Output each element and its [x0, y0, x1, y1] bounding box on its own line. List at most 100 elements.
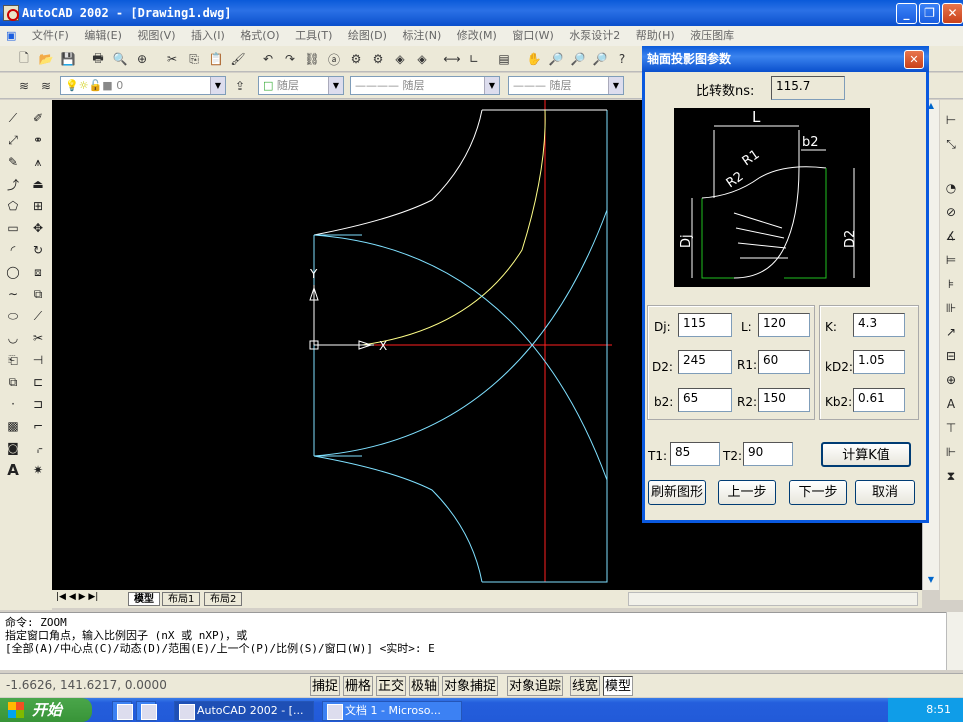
otrack-toggle[interactable]: 对象追踪 — [507, 676, 564, 696]
task-autocad[interactable]: AutoCAD 2002 - [... — [174, 701, 314, 721]
angle-icon[interactable]: ∟ — [464, 49, 484, 69]
pan-icon[interactable]: ✋ — [524, 49, 544, 69]
previous-step-button[interactable]: 上一步 — [718, 480, 776, 505]
r1-input[interactable]: 60 — [758, 350, 810, 374]
layer-state-icon[interactable]: ≋ — [36, 76, 56, 96]
hyperlink-icon[interactable]: ⛓ — [302, 49, 322, 69]
tab-layout1[interactable]: 布局1 — [162, 592, 201, 606]
make-current-layer-icon[interactable]: ⇪ — [230, 76, 250, 96]
redo-icon[interactable]: ↷ — [280, 49, 300, 69]
kb2-input[interactable]: 0.61 — [853, 388, 905, 412]
minimize-button[interactable]: _ — [896, 3, 917, 24]
scroll-down-icon[interactable]: ▼ — [924, 575, 938, 589]
break-icon[interactable]: ⊏ — [28, 372, 48, 392]
aligned-dim-icon[interactable]: ⤡ — [941, 134, 961, 154]
command-window[interactable]: 命令: ZOOM 指定窗口角点，输入比例因子 (nX 或 nXP)，或 [全部(… — [0, 612, 946, 670]
lineweight-toggle[interactable]: 线宽 — [570, 676, 601, 696]
menu-item-hydraulic-library[interactable]: 液压图库 — [684, 26, 740, 46]
offset-icon[interactable]: ⏏ — [28, 174, 48, 194]
model-toggle[interactable]: 模型 — [603, 676, 634, 696]
angular-dim-icon[interactable]: ∡ — [941, 226, 961, 246]
cancel-button[interactable]: 取消 — [855, 480, 915, 505]
array-icon[interactable]: ⊞ — [28, 196, 48, 216]
menu-doc-icon[interactable]: ▣ — [0, 26, 22, 46]
arc-icon[interactable]: ◜ — [3, 240, 23, 260]
rotate-icon[interactable]: ↻ — [28, 240, 48, 260]
point-icon[interactable]: · — [3, 394, 23, 414]
tab-layout2[interactable]: 布局2 — [204, 592, 243, 606]
t2-input[interactable]: 90 — [743, 442, 793, 466]
linear-dim-icon[interactable]: ⊢ — [941, 110, 961, 130]
radius-dim-icon[interactable]: ◔ — [941, 178, 961, 198]
move-icon[interactable]: ✥ — [28, 218, 48, 238]
save-icon[interactable]: 💾 — [58, 49, 78, 69]
erase-icon[interactable]: ✐ — [28, 108, 48, 128]
construction-line-icon[interactable]: ⤢ — [3, 130, 23, 150]
calculate-k-button[interactable]: 计算K值 — [821, 442, 911, 467]
dim-style-icon[interactable]: ⧗ — [941, 466, 961, 486]
chevron-down-icon[interactable]: ▼ — [484, 77, 499, 94]
canvas-horizontal-scrollbar[interactable] — [628, 592, 918, 606]
ortho-toggle[interactable]: 正交 — [376, 676, 407, 696]
color-combo[interactable]: □ 随层 ▼ — [258, 76, 344, 95]
publish-icon[interactable]: ⊕ — [132, 49, 152, 69]
line-tool-icon[interactable]: ⟋ — [3, 108, 23, 128]
dim-edit-icon[interactable]: A — [941, 394, 961, 414]
rectangle-icon[interactable]: ▭ — [3, 218, 23, 238]
tab-nav-arrows-icon[interactable]: |◀ ◀ ▶ ▶| — [56, 592, 98, 602]
menu-item-format[interactable]: 格式(O) — [234, 26, 285, 46]
lineweight-combo[interactable]: ——— 随层 ▼ — [508, 76, 624, 95]
circle-icon[interactable]: ◯ — [3, 262, 23, 282]
help-icon[interactable]: ? — [612, 49, 632, 69]
ellipse-icon[interactable]: ⬭ — [3, 306, 23, 326]
lengthen-icon[interactable]: ⟋ — [28, 306, 48, 326]
osnap-toggle[interactable]: 对象捕捉 — [442, 676, 499, 696]
quicklaunch-ie-icon[interactable] — [136, 701, 157, 721]
menu-item-draw[interactable]: 绘图(D) — [342, 26, 393, 46]
chevron-down-icon[interactable]: ▼ — [210, 77, 225, 94]
print-icon[interactable]: 🖶 — [88, 49, 108, 69]
zoom-window-icon[interactable]: 🔎 — [568, 49, 588, 69]
diameter-dim-icon[interactable]: ⊘ — [941, 202, 961, 222]
new-file-icon[interactable]: 🗋 — [14, 49, 34, 69]
next-step-button[interactable]: 下一步 — [789, 480, 847, 505]
zoom-previous-icon[interactable]: 🔎 — [590, 49, 610, 69]
ucs-icon[interactable]: ⚙ — [346, 49, 366, 69]
open-file-icon[interactable]: 📂 — [36, 49, 56, 69]
quicklaunch-desktop-icon[interactable] — [112, 701, 133, 721]
insert-block-icon[interactable]: ⎗ — [3, 350, 23, 370]
dim-text-edit-icon[interactable]: ⊤ — [941, 418, 961, 438]
zoom-realtime-icon[interactable]: 🔎 — [546, 49, 566, 69]
spline-icon[interactable]: ∼ — [3, 284, 23, 304]
menu-item-insert[interactable]: 插入(I) — [185, 26, 231, 46]
trim-icon[interactable]: ✂ — [28, 328, 48, 348]
snap-toggle[interactable]: 捕捉 — [310, 676, 341, 696]
scale-icon[interactable]: ⧈ — [28, 262, 48, 282]
multiline-icon[interactable]: ✎ — [3, 152, 23, 172]
center-mark-icon[interactable]: ⊕ — [941, 370, 961, 390]
quick-dim-icon[interactable]: ⊨ — [941, 250, 961, 270]
menu-item-view[interactable]: 视图(V) — [131, 26, 181, 46]
undo-icon[interactable]: ↶ — [258, 49, 278, 69]
block-icon[interactable]: ▤ — [494, 49, 514, 69]
chevron-down-icon[interactable]: ▼ — [608, 77, 623, 94]
menu-item-edit[interactable]: 编辑(E) — [78, 26, 128, 46]
web-icon[interactable]: ⓐ — [324, 49, 344, 69]
tab-model[interactable]: 模型 — [128, 592, 160, 606]
continue-dim-icon[interactable]: ⊪ — [941, 298, 961, 318]
properties-icon[interactable]: ◈ — [390, 49, 410, 69]
dim-update-icon[interactable]: ⊩ — [941, 442, 961, 462]
refresh-drawing-button[interactable]: 刷新图形 — [648, 480, 706, 505]
b2-input[interactable]: 65 — [678, 388, 732, 412]
restore-button[interactable]: ❐ — [919, 3, 940, 24]
extend-icon[interactable]: ⊣ — [28, 350, 48, 370]
baseline-dim-icon[interactable]: ⊧ — [941, 274, 961, 294]
hatch-icon[interactable]: ▩ — [3, 416, 23, 436]
r2-input[interactable]: 150 — [758, 388, 810, 412]
chamfer-icon[interactable]: ⌐ — [28, 416, 48, 436]
menu-item-dimension[interactable]: 标注(N) — [396, 26, 447, 46]
design-center-icon[interactable]: ⚙ — [368, 49, 388, 69]
menu-item-modify[interactable]: 修改(M) — [451, 26, 503, 46]
paste-icon[interactable]: 📋 — [206, 49, 226, 69]
ellipse-arc-icon[interactable]: ◡ — [3, 328, 23, 348]
